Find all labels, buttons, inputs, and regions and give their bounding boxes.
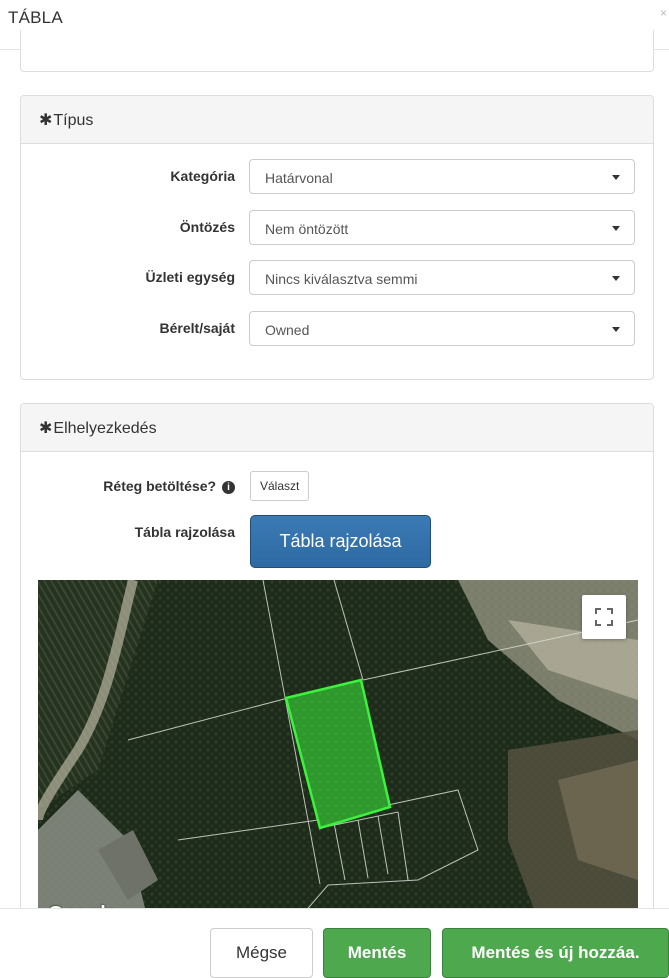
elhelyezkedes-panel: ✱Elhelyezkedés Réteg betöltése? i Válasz… (20, 403, 654, 963)
satellite-map[interactable]: Google (38, 580, 638, 920)
fullscreen-icon[interactable] (582, 595, 626, 639)
tipus-panel: ✱Típus Kategória Határvonal Öntözés Nem … (20, 95, 654, 380)
save-button[interactable]: Mentés (323, 928, 431, 978)
berelt-sajat-select[interactable]: Owned (249, 311, 635, 346)
kategoria-value: Határvonal (265, 170, 333, 186)
reteg-label: Réteg betöltése? (103, 478, 217, 494)
map-imagery (38, 580, 638, 920)
save-and-new-button[interactable]: Mentés és új hozzáa. (442, 928, 669, 978)
kategoria-select[interactable]: Határvonal (249, 159, 635, 194)
tipus-heading: Típus (53, 112, 94, 129)
uzleti-egyseg-value: Nincs kiválasztva semmi (265, 271, 418, 287)
modal-title: TÁBLA (8, 8, 63, 27)
ontozes-value: Nem öntözött (265, 221, 349, 237)
required-asterisk-icon: ✱ (39, 112, 53, 129)
modal-footer: Mégse Mentés Mentés és új hozzáa. (0, 908, 669, 978)
form-row-tabla-rajzolasa: Tábla rajzolása Tábla rajzolása (21, 515, 653, 568)
required-asterisk-icon: ✱ (39, 420, 53, 437)
elhelyezkedes-panel-heading: ✱Elhelyezkedés (21, 404, 653, 452)
close-icon[interactable]: × (660, 6, 667, 20)
form-row-uzleti-egyseg: Üzleti egység Nincs kiválasztva semmi (21, 260, 653, 295)
tabla-rajzolasa-button[interactable]: Tábla rajzolása (250, 515, 431, 568)
elhelyezkedes-heading: Elhelyezkedés (53, 420, 157, 437)
caret-down-icon (612, 226, 620, 231)
caret-down-icon (612, 327, 620, 332)
uzleti-egyseg-select[interactable]: Nincs kiválasztva semmi (249, 260, 635, 295)
ontozes-label: Öntözés (179, 219, 235, 235)
berelt-sajat-label: Bérelt/saját (159, 320, 235, 336)
form-row-kategoria: Kategória Határvonal (21, 159, 653, 194)
caret-down-icon (612, 175, 620, 180)
valaszt-button[interactable]: Választ (250, 471, 310, 501)
previous-panel (20, 30, 654, 72)
cancel-button[interactable]: Mégse (210, 928, 313, 978)
tabla-rajzolasa-label: Tábla rajzolása (134, 524, 235, 540)
ontozes-select[interactable]: Nem öntözött (249, 210, 635, 245)
form-row-ontozes: Öntözés Nem öntözött (21, 210, 653, 245)
caret-down-icon (612, 276, 620, 281)
info-circle-icon[interactable]: i (222, 481, 235, 494)
form-row-berelt-sajat: Bérelt/saját Owned (21, 311, 653, 346)
uzleti-egyseg-label: Üzleti egység (145, 269, 235, 285)
form-row-reteg: Réteg betöltése? i Választ (21, 471, 653, 505)
berelt-sajat-value: Owned (265, 322, 310, 338)
kategoria-label: Kategória (170, 168, 235, 184)
tipus-panel-heading: ✱Típus (21, 96, 653, 144)
